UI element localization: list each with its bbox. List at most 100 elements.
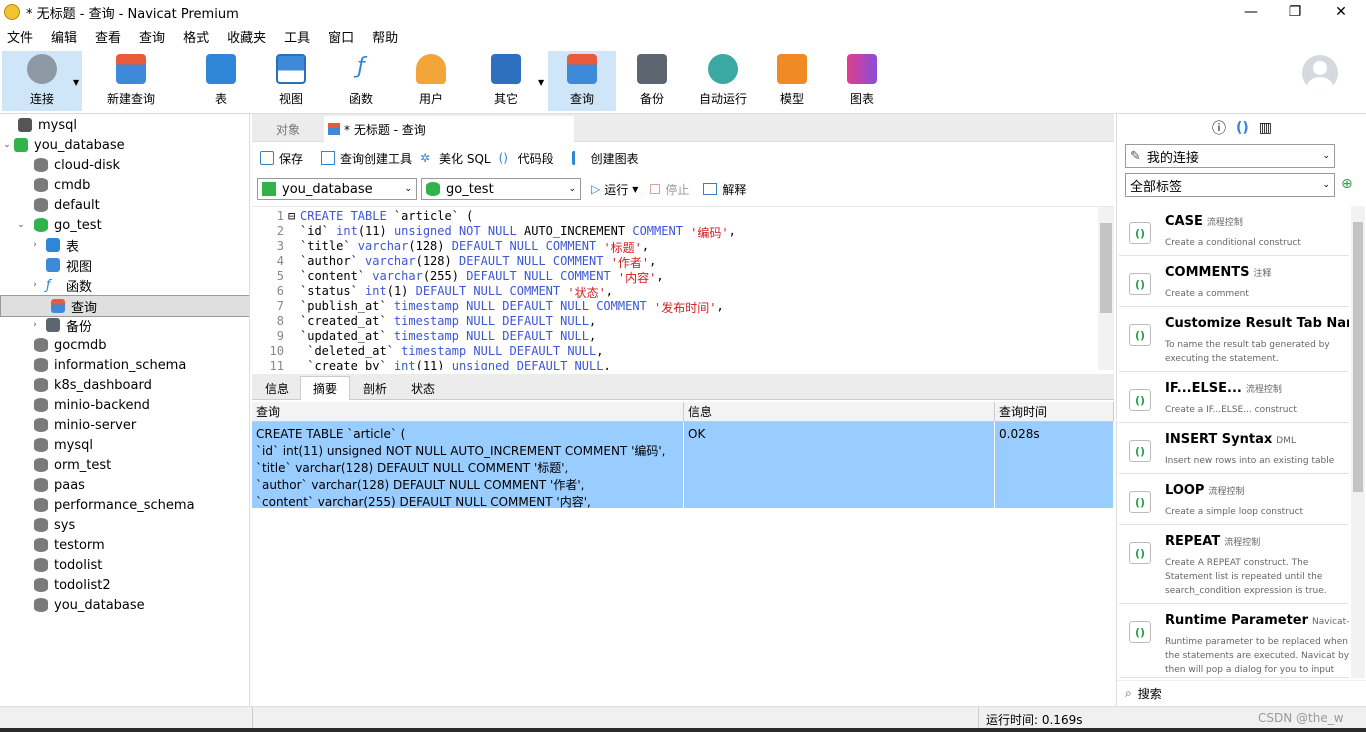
code-snippet-button[interactable]: () 代码段 xyxy=(499,150,554,167)
maximize-button[interactable]: ❐ xyxy=(1272,0,1318,24)
run-button[interactable]: ▷ 运行 ▼ xyxy=(591,181,638,198)
snippet-item[interactable]: ()Runtime ParameterNavicat-only SRuntime… xyxy=(1119,605,1349,678)
tree-item-database[interactable]: gocmdb xyxy=(0,335,249,355)
sql-editor[interactable]: 11 `create_by` int (11) unsigned DEFAULT … xyxy=(252,206,1114,370)
beautify-sql-button[interactable]: ✲ 美化 SQL xyxy=(420,150,491,167)
tree-item-database[interactable]: todolist xyxy=(0,555,249,575)
add-snippet-icon[interactable]: ⊕ xyxy=(1341,176,1353,192)
column-header-info[interactable]: 信息 xyxy=(684,402,995,422)
result-cell-query[interactable]: CREATE TABLE `article` ( `id` int(11) un… xyxy=(252,422,684,508)
snippet-item[interactable]: () INSERT Syntax DML Insert new rows into a… xyxy=(1119,424,1349,474)
connection-select[interactable]: you_database ⌄ xyxy=(257,178,417,200)
chart-button[interactable]: 图表 xyxy=(831,51,893,111)
database-select[interactable]: go_test ⌄ xyxy=(421,178,581,200)
tab-untitled-query[interactable]: * 无标题 - 查询 xyxy=(324,116,574,142)
code-line[interactable]: 9 `updated_at` timestamp NULL DEFAULT NUL… xyxy=(252,329,596,344)
auto-run-button[interactable]: 自动运行 xyxy=(690,51,756,111)
tree-item-functions[interactable]: › ƒ 函数 xyxy=(0,275,249,295)
snippet-icon[interactable]: () xyxy=(1236,120,1249,136)
explain-button[interactable]: 解释 xyxy=(703,181,746,198)
snippet-item[interactable]: ()Customize Result Tab NameNaTo name the… xyxy=(1119,308,1349,372)
other-dropdown-icon[interactable]: ▼ xyxy=(538,78,544,87)
close-button[interactable]: ✕ xyxy=(1318,0,1364,24)
menu-tools[interactable]: 工具 xyxy=(277,27,321,46)
view-button[interactable]: 视图 xyxy=(260,51,322,111)
tree-item-views[interactable]: 视图 xyxy=(0,255,249,275)
result-cell-info[interactable]: OK xyxy=(684,422,995,508)
menu-edit[interactable]: 编辑 xyxy=(44,27,88,46)
run-dropdown-icon[interactable]: ▼ xyxy=(632,185,638,194)
menu-help[interactable]: 帮助 xyxy=(365,27,409,46)
code-line[interactable]: 6 `status` int (1) DEFAULT NULL COMMENT '状… xyxy=(252,284,613,300)
tree-item-database[interactable]: information_schema xyxy=(0,355,249,375)
menu-file[interactable]: 文件 xyxy=(0,27,44,46)
column-header-query[interactable]: 查询 xyxy=(252,402,684,422)
tab-info[interactable]: 信息 xyxy=(254,376,300,400)
other-button[interactable]: 其它 xyxy=(475,51,537,111)
code-line[interactable]: 11 `create_by` int (11) unsigned DEFAULT … xyxy=(252,359,611,370)
tree-item-database[interactable]: testorm xyxy=(0,535,249,555)
user-avatar[interactable] xyxy=(1302,55,1338,91)
tab-profile[interactable]: 剖析 xyxy=(350,376,400,400)
code-line[interactable]: 10 `deleted_at` timestamp NULL DEFAULT N… xyxy=(252,344,604,359)
tree-item-go-test[interactable]: ⌄ go_test xyxy=(0,215,249,235)
code-line[interactable]: 7 `publish_at` timestamp NULL DEFAULT NUL… xyxy=(252,299,724,315)
tree-item-backups[interactable]: › 备份 xyxy=(0,315,249,335)
fold-icon[interactable]: ⊟ xyxy=(288,209,300,224)
code-line[interactable]: 8 `created_at` timestamp NULL DEFAULT NUL… xyxy=(252,314,596,329)
scrollbar-thumb[interactable] xyxy=(1353,222,1363,492)
tree-item-database[interactable]: minio-server xyxy=(0,415,249,435)
result-cell-time[interactable]: 0.028s xyxy=(995,422,1114,508)
query-button[interactable]: 查询 xyxy=(548,51,616,111)
scrollbar-thumb[interactable] xyxy=(1100,223,1112,313)
menu-format[interactable]: 格式 xyxy=(176,27,220,46)
user-button[interactable]: 用户 xyxy=(400,51,462,111)
tab-status[interactable]: 状态 xyxy=(400,376,446,400)
layout-icon[interactable]: ▥ xyxy=(1259,120,1272,136)
menu-favorites[interactable]: 收藏夹 xyxy=(220,27,277,46)
create-chart-button[interactable]: 创建图表 xyxy=(571,150,639,167)
menu-view[interactable]: 查看 xyxy=(88,27,132,46)
menu-query[interactable]: 查询 xyxy=(132,27,176,46)
new-query-button[interactable]: 新建查询 xyxy=(88,51,174,111)
tree-item-database[interactable]: sys xyxy=(0,515,249,535)
menu-window[interactable]: 窗口 xyxy=(321,27,365,46)
backup-button[interactable]: 备份 xyxy=(621,51,683,111)
snippet-tag-select[interactable]: 全部标签 ⌄ xyxy=(1125,173,1335,197)
tree-item-database[interactable]: k8s_dashboard xyxy=(0,375,249,395)
query-builder-button[interactable]: 查询创建工具 xyxy=(321,150,412,167)
tree-item-database[interactable]: performance_schema xyxy=(0,495,249,515)
connect-dropdown-icon[interactable]: ▼ xyxy=(73,78,79,87)
code-line[interactable]: 3 `title` varchar (128) DEFAULT NULL COMME… xyxy=(252,239,649,255)
snippet-item[interactable]: () COMMENTS 注释 Create a comment xyxy=(1119,257,1349,307)
tree-item-database[interactable]: default xyxy=(0,195,249,215)
code-line[interactable]: 4 `author` varchar (128) DEFAULT NULL COMM… xyxy=(252,254,657,270)
tree-item-database[interactable]: mysql xyxy=(0,435,249,455)
snippet-search[interactable]: ⌕ 搜索 xyxy=(1117,680,1366,706)
tree-item-tables[interactable]: › 表 xyxy=(0,235,249,255)
column-header-time[interactable]: 查询时间 xyxy=(995,402,1114,422)
tab-summary[interactable]: 摘要 xyxy=(300,376,350,400)
snippet-item[interactable]: () CASE 流程控制 Create a conditional construct xyxy=(1119,206,1349,256)
tab-objects[interactable]: 对象 xyxy=(276,116,300,142)
snippet-scrollbar[interactable] xyxy=(1351,206,1365,678)
snippet-item[interactable]: () IF...ELSE... 流程控制 Create a IF...ELSE... … xyxy=(1119,373,1349,423)
stop-button[interactable]: 停止 xyxy=(650,181,689,198)
minimize-button[interactable]: — xyxy=(1228,0,1274,24)
tree-item-you-database-connection[interactable]: ⌄ you_database xyxy=(0,135,249,155)
model-button[interactable]: 模型 xyxy=(761,51,823,111)
connect-button[interactable]: 连接 xyxy=(2,51,82,111)
code-line[interactable]: 5 `content` varchar (255) DEFAULT NULL COM… xyxy=(252,269,664,285)
snippet-item[interactable]: () LOOP 流程控制 Create a simple loop construct xyxy=(1119,475,1349,525)
tree-item-database[interactable]: todolist2 xyxy=(0,575,249,595)
save-button[interactable]: 保存 xyxy=(260,150,303,167)
table-button[interactable]: 表 xyxy=(190,51,252,111)
tree-item-database[interactable]: orm_test xyxy=(0,455,249,475)
editor-scrollbar[interactable] xyxy=(1098,207,1114,370)
tree-item-database[interactable]: minio-backend xyxy=(0,395,249,415)
tree-item-database[interactable]: paas xyxy=(0,475,249,495)
tree-item-queries[interactable]: 查询 xyxy=(0,295,249,317)
code-line[interactable]: 2 `id` int (11) unsigned NOT NULL AUTO_INC… xyxy=(252,224,736,240)
function-button[interactable]: ƒ 函数 xyxy=(330,51,392,111)
tree-item-database[interactable]: cmdb xyxy=(0,175,249,195)
